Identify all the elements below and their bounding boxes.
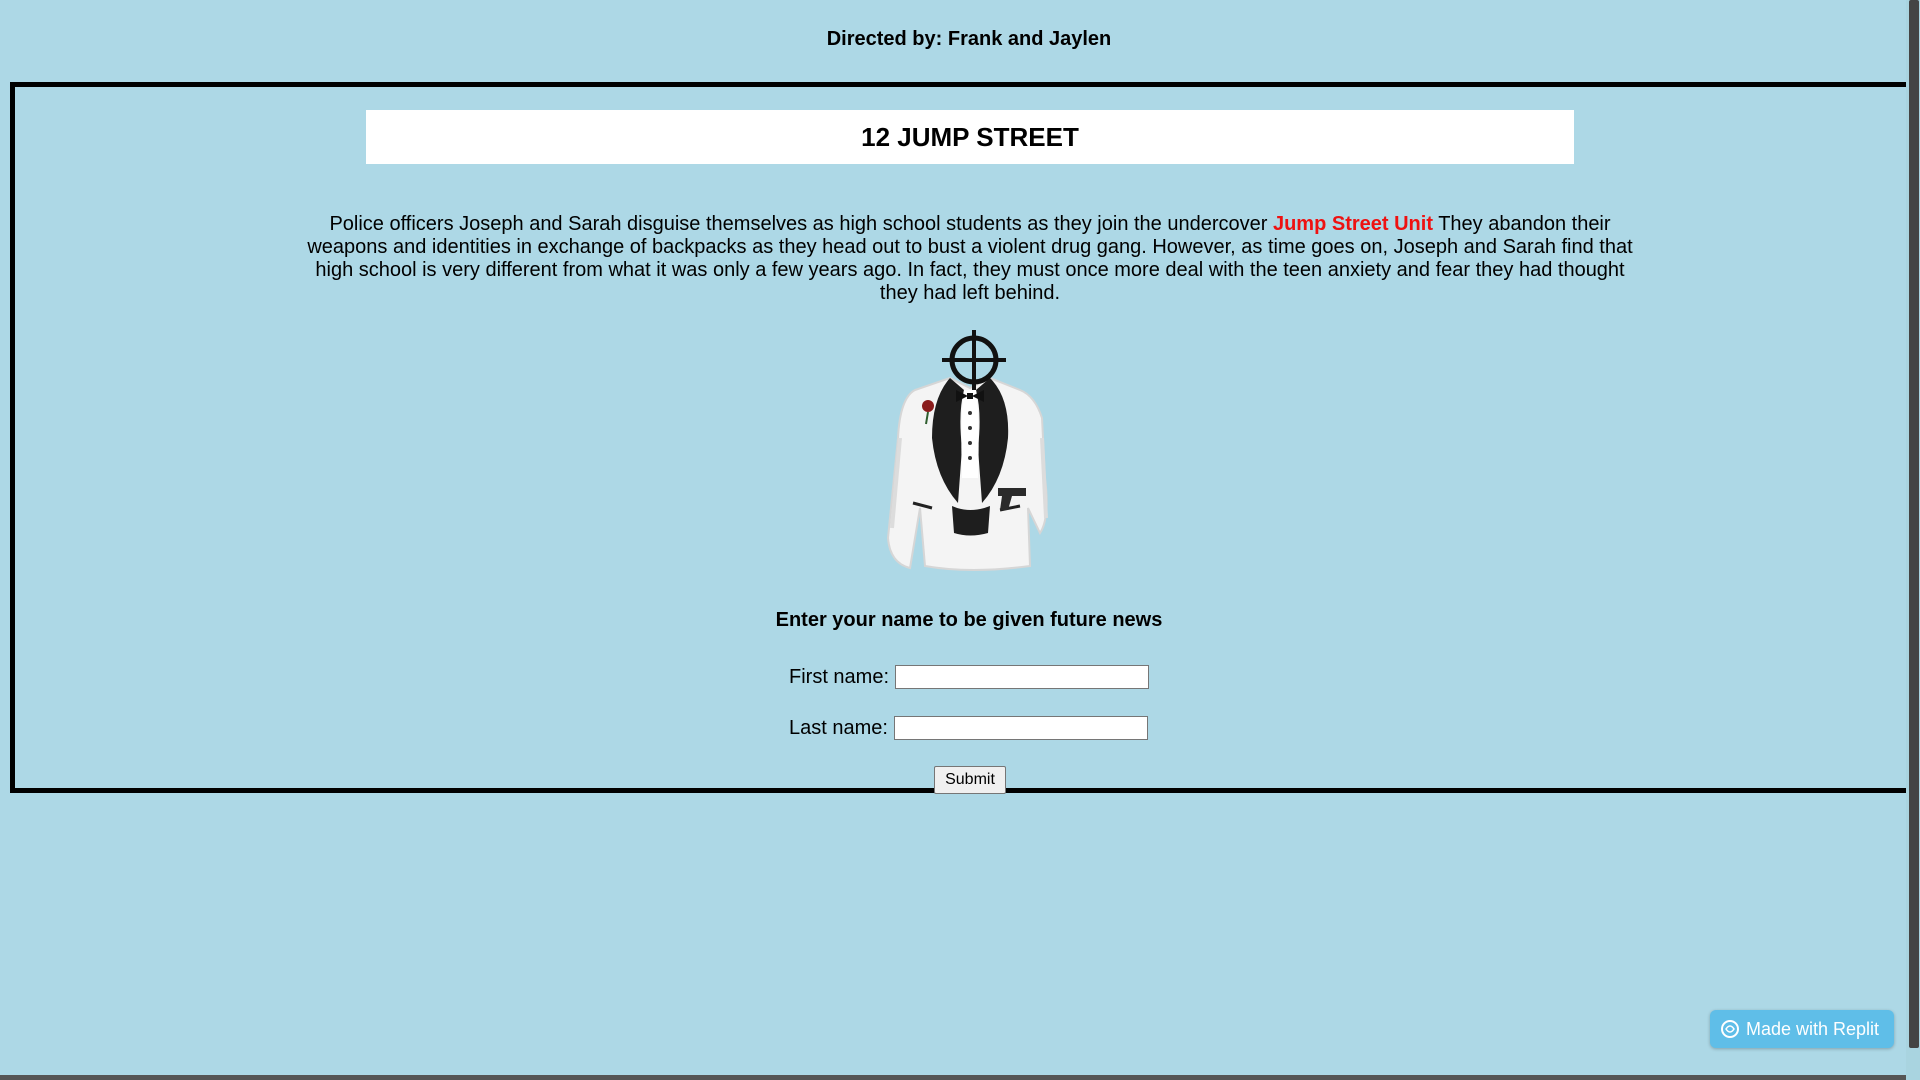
form-heading: Enter your name to be given future news [775, 609, 1163, 631]
page-title: 12 JUMP STREET [861, 121, 1079, 152]
first-name-row: First name: [789, 665, 1150, 689]
replit-icon [1721, 1020, 1739, 1038]
last-name-row: Last name: [789, 716, 1148, 740]
first-name-label: First name: [789, 665, 890, 688]
last-name-input[interactable] [893, 716, 1148, 740]
submit-button[interactable]: Submit [934, 766, 1006, 794]
director-credit: Directed by: Frank and Jaylen [826, 28, 1112, 50]
movie-description: Police officers Joseph and Sarah disguis… [300, 213, 1640, 305]
page-title-box: 12 JUMP STREET [366, 110, 1574, 164]
page: Directed by: Frank and Jaylen 12 JUMP ST… [0, 0, 1920, 1080]
description-text-start: Police officers Joseph and Sarah disguis… [329, 213, 1273, 235]
vertical-scrollbar[interactable] [1906, 0, 1920, 1080]
scrollbar-thumb[interactable] [1909, 0, 1919, 1048]
first-name-input[interactable] [895, 665, 1150, 689]
horizontal-scrollbar[interactable] [0, 1075, 1906, 1080]
last-name-label: Last name: [789, 716, 888, 739]
made-with-replit-badge[interactable]: Made with Replit [1710, 1010, 1894, 1048]
replit-badge-label: Made with Replit [1746, 1018, 1880, 1039]
tuxedo-crosshair-icon [886, 330, 1048, 571]
jump-street-unit-highlight: Jump Street Unit [1272, 213, 1433, 235]
